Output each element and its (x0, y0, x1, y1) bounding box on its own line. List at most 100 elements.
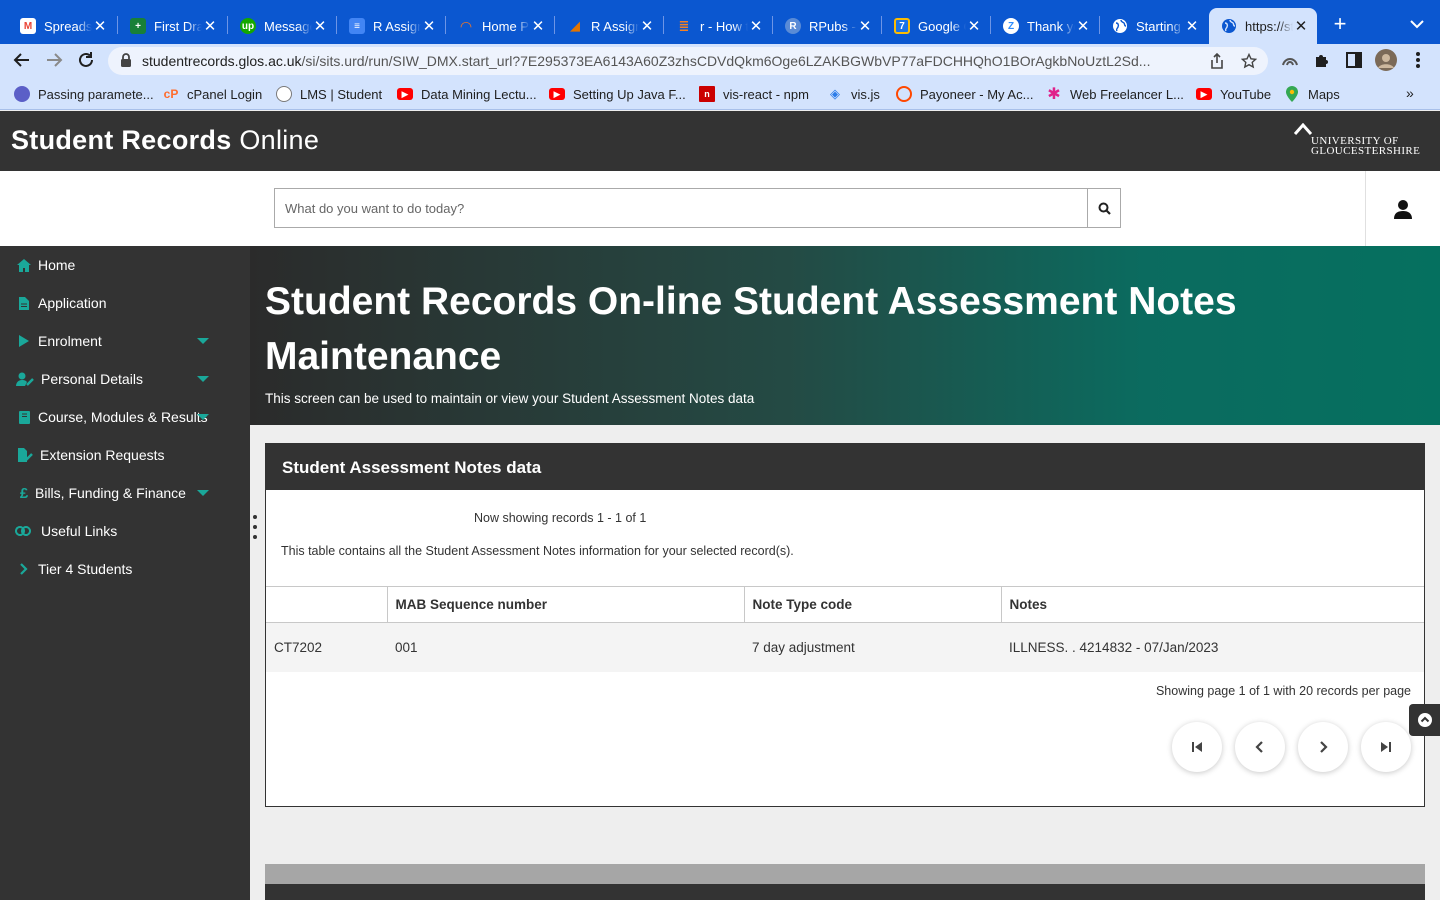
browser-tab[interactable]: + First Draft ✕ (118, 8, 226, 44)
freelancer-icon: ✱ (1047, 86, 1061, 103)
university-logo[interactable]: UNIVERSITY OF GLOUCESTERSHIRE (1292, 123, 1426, 159)
search-input[interactable] (274, 188, 1088, 228)
close-icon[interactable]: ✕ (202, 17, 218, 35)
site-title[interactable]: Student Records Online (11, 125, 319, 156)
bookmark-label: YouTube (1220, 86, 1272, 102)
user-edit-icon (16, 371, 34, 387)
profile-avatar[interactable] (1374, 48, 1398, 72)
close-icon[interactable]: ✕ (748, 17, 764, 35)
browser-tab[interactable]: Starting ✕ (1100, 8, 1208, 44)
sidebar-resize-handle[interactable] (251, 515, 259, 539)
bookmark-item[interactable]: ▶ YouTube (1196, 85, 1271, 103)
browser-tab[interactable]: M Spreadsheet ✕ (8, 8, 116, 44)
close-icon[interactable]: ✕ (966, 17, 982, 35)
column-header[interactable] (266, 586, 387, 623)
search-row (0, 171, 1440, 246)
bookmark-item[interactable]: Payoneer - My Ac... (896, 85, 1033, 103)
reload-button[interactable] (74, 48, 98, 72)
bookmark-item[interactable]: ✱ Web Freelancer L... (1046, 85, 1184, 103)
tab-title: Google Calendar (918, 18, 966, 34)
column-header-mab-sequence[interactable]: MAB Sequence number (386, 586, 744, 623)
side-panel-icon[interactable] (1342, 48, 1366, 72)
puzzle-icon[interactable] (1310, 48, 1334, 72)
sidebar-item-home[interactable]: Home (0, 246, 250, 284)
caret-down-icon[interactable] (197, 414, 209, 420)
browser-tab[interactable]: Z Thank you ✕ (991, 8, 1099, 44)
browser-tab[interactable]: R RPubs - ✕ (773, 8, 881, 44)
sidebar-item-tier-4-students[interactable]: Tier 4 Students (0, 550, 250, 588)
browser-tab[interactable]: ◠ Home Page ✕ (446, 8, 554, 44)
tab-title: Spreadsheet (44, 18, 92, 34)
sidebar-item-course-modules-results[interactable]: Course, Modules & Results (0, 398, 250, 436)
caret-down-icon[interactable] (197, 376, 209, 382)
tab-search-button[interactable] (1406, 14, 1428, 34)
sidebar-item-useful-links[interactable]: Useful Links (0, 512, 250, 550)
close-icon[interactable]: ✕ (92, 17, 108, 35)
footer-band (265, 864, 1425, 884)
next-page-button[interactable] (1298, 722, 1348, 772)
close-icon[interactable]: ✕ (1075, 17, 1091, 35)
bookmark-item[interactable]: Maps (1284, 85, 1340, 103)
search-button[interactable] (1087, 188, 1121, 228)
column-header-notes[interactable]: Notes (1000, 586, 1424, 623)
overleaf-icon: ◢ (570, 18, 580, 33)
close-icon[interactable]: ✕ (639, 17, 655, 35)
browser-tab[interactable]: ◢ R Assignment ✕ (555, 8, 663, 44)
sidebar-item-personal-details[interactable]: Personal Details (0, 360, 250, 398)
page-hero: Student Records On-line Student Assessme… (250, 246, 1440, 425)
sidebar-item-enrolment[interactable]: Enrolment (0, 322, 250, 360)
notes-panel: Student Assessment Notes data Now showin… (265, 443, 1425, 807)
bookmark-item[interactable]: Passing paramete... (14, 85, 154, 103)
sidebar-item-application[interactable]: Application (0, 284, 250, 322)
browser-tab[interactable]: ≣ r - How to ✕ (664, 8, 772, 44)
bookmark-label: Web Freelancer L... (1070, 86, 1184, 102)
browser-tab[interactable]: 7 Google Calendar ✕ (882, 8, 990, 44)
gmail-icon: M (20, 18, 36, 34)
last-page-button[interactable] (1361, 722, 1411, 772)
share-icon[interactable] (1208, 52, 1226, 70)
address-bar[interactable]: studentrecords.glos.ac.uk/si/sits.urd/ru… (108, 47, 1268, 75)
table-row[interactable]: CT7202 001 7 day adjustment ILLNESS. . 4… (266, 622, 1424, 672)
lms-icon (276, 86, 292, 102)
close-icon[interactable]: ✕ (1184, 17, 1200, 35)
caret-down-icon[interactable] (197, 338, 209, 344)
browser-tab[interactable]: up Messages ✕ (228, 8, 336, 44)
previous-page-button[interactable] (1235, 722, 1285, 772)
menu-icon[interactable] (1406, 48, 1430, 72)
file-edit-icon (16, 447, 34, 463)
close-icon[interactable]: ✕ (421, 17, 437, 35)
close-icon[interactable]: ✕ (530, 17, 546, 35)
bookmark-label: Data Mining Lectu... (421, 86, 537, 102)
first-page-button[interactable] (1172, 722, 1222, 772)
browser-tab-active[interactable]: https://studentrecords ✕ (1209, 8, 1317, 44)
scroll-to-top-button[interactable] (1409, 704, 1440, 736)
star-icon[interactable] (1240, 52, 1258, 70)
bookmark-label: cPanel Login (187, 86, 263, 102)
notes-table: MAB Sequence number Note Type code Notes… (266, 586, 1424, 672)
sidebar-item-bills-funding-finance[interactable]: £ Bills, Funding & Finance (0, 474, 250, 512)
bookmark-item[interactable]: ▶ Data Mining Lectu... (397, 85, 537, 103)
bookmark-item[interactable]: n vis-react - npm (699, 85, 809, 103)
zoom-icon: Z (1003, 18, 1019, 34)
url-text: studentrecords.glos.ac.uk/si/sits.urd/ru… (142, 53, 1151, 69)
bookmark-item[interactable]: cP cPanel Login (163, 85, 263, 103)
more-bookmarks-button[interactable]: » (1406, 85, 1414, 101)
sidebar-item-extension-requests[interactable]: Extension Requests (0, 436, 250, 474)
new-tab-button[interactable]: + (1328, 12, 1352, 36)
browser-toolbar: studentrecords.glos.ac.uk/si/sits.urd/ru… (0, 44, 1440, 77)
user-menu-button[interactable] (1365, 171, 1440, 246)
forward-button[interactable] (42, 48, 66, 72)
close-icon[interactable]: ✕ (312, 17, 328, 35)
tab-title: https://studentrecords (1245, 18, 1293, 34)
back-button[interactable] (10, 48, 34, 72)
extension-icon[interactable] (1278, 48, 1302, 72)
browser-tab[interactable]: ≡ R Assignment ✕ (337, 8, 445, 44)
close-icon[interactable]: ✕ (857, 17, 873, 35)
play-icon (14, 333, 34, 349)
close-icon[interactable]: ✕ (1293, 17, 1309, 35)
column-header-note-type[interactable]: Note Type code (743, 586, 1001, 623)
caret-down-icon[interactable] (197, 490, 209, 496)
bookmark-item[interactable]: ▶ Setting Up Java F... (549, 85, 686, 103)
bookmark-item[interactable]: LMS | Student (276, 85, 382, 103)
bookmark-item[interactable]: ◈ vis.js (827, 85, 880, 103)
